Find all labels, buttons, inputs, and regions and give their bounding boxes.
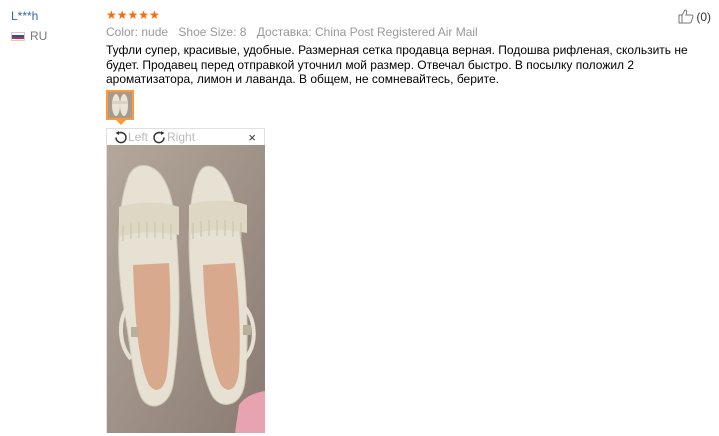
reviewer-country: RU bbox=[11, 29, 47, 43]
helpful-button[interactable]: (0) bbox=[678, 9, 711, 24]
star-rating: ★★★★★ bbox=[106, 8, 160, 22]
helpful-count: (0) bbox=[696, 9, 711, 24]
close-icon[interactable]: × bbox=[248, 130, 256, 145]
photo-viewer: Left Right × bbox=[106, 128, 265, 433]
rotate-right-icon bbox=[153, 130, 165, 143]
rotate-left-button[interactable]: Left bbox=[113, 130, 148, 144]
reviewer-info: L***h bbox=[11, 9, 38, 23]
shoes-photo bbox=[107, 145, 265, 433]
review-photo-thumbnail[interactable] bbox=[106, 90, 134, 120]
rotate-left-icon bbox=[115, 130, 127, 143]
thumbs-up-icon bbox=[678, 9, 694, 24]
rotate-right-label: Right bbox=[167, 130, 196, 144]
russia-flag-icon bbox=[11, 31, 25, 41]
color-attribute: Color: nude bbox=[106, 25, 169, 39]
review-meta: Color: nude Shoe Size: 8 Доставка: China… bbox=[106, 25, 714, 39]
viewer-toolbar: Left Right × bbox=[107, 129, 264, 145]
country-code: RU bbox=[30, 29, 48, 43]
review-body: ★★★★★ Color: nude Shoe Size: 8 Доставка:… bbox=[106, 8, 714, 87]
thumbnail-pointer bbox=[116, 120, 126, 125]
review-photo bbox=[107, 145, 265, 433]
reviewer-name[interactable]: L***h bbox=[11, 9, 38, 23]
thumbnail-image bbox=[108, 92, 132, 118]
rotate-left-label: Left bbox=[128, 130, 149, 144]
rotate-right-button[interactable]: Right bbox=[152, 130, 195, 144]
review-text: Туфли супер, красивые, удобные. Размерна… bbox=[106, 43, 688, 86]
shipping-attribute: Доставка: China Post Registered Air Mail bbox=[256, 25, 478, 39]
shoe-size-attribute: Shoe Size: 8 bbox=[178, 25, 247, 39]
